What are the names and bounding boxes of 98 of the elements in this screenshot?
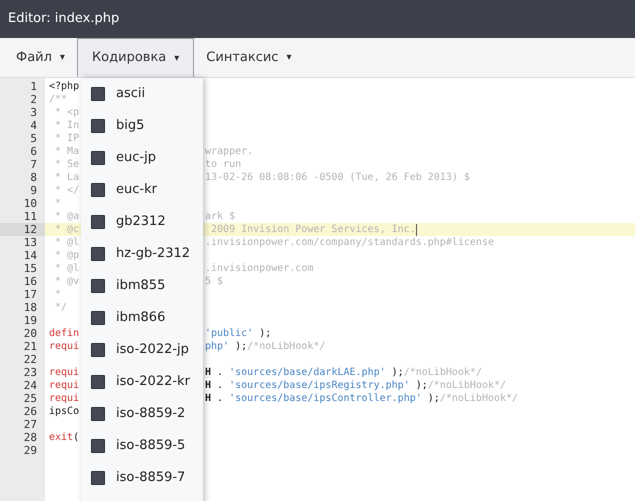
code-text: */ (54, 301, 68, 314)
line-number: 23 (24, 366, 37, 379)
encoding-option[interactable]: euc-jp (81, 142, 203, 174)
menu-tab[interactable]: Файл ▾ (4, 38, 77, 77)
checkbox[interactable] (91, 151, 105, 165)
code-text: php' );/*noLibHook*/ (205, 340, 326, 353)
checkbox[interactable] (91, 119, 105, 133)
line-number: 21 (24, 340, 37, 353)
code-text: requi (49, 340, 80, 353)
code-text: * (54, 288, 62, 301)
code-text: 5 $ (205, 275, 224, 288)
code-text: * Ma (54, 145, 80, 158)
code-text: /** (49, 93, 68, 106)
code-text: exit( (49, 431, 80, 444)
menu-tab[interactable]: Кодировка ▾ (76, 38, 194, 77)
window-title: Editor: index.php (8, 10, 120, 28)
encoding-option[interactable]: big5 (81, 110, 203, 142)
encoding-option[interactable]: iso-8859-2 (81, 398, 203, 430)
encoding-option[interactable]: iso-2022-kr (81, 366, 203, 398)
checkbox[interactable] (91, 87, 105, 101)
code-text: * @l (54, 262, 80, 275)
code-text: ipsCo (49, 405, 80, 418)
code-text: * @a (54, 210, 80, 223)
code-text: * @l (54, 236, 80, 249)
code-text: 'public' ); (205, 327, 272, 340)
code-text: H . 'sources/base/darkLAE.php' );/*noLibHook*/ (205, 366, 482, 379)
encoding-option[interactable]: gb2312 (81, 206, 203, 238)
line-number: 25 (24, 392, 37, 405)
line-number: 22 (24, 353, 37, 366)
checkbox[interactable] (91, 343, 105, 357)
code-text: * @p (54, 249, 80, 262)
line-number: 10 (24, 197, 37, 210)
checkbox[interactable] (91, 375, 105, 389)
line-number: 19 (24, 314, 37, 327)
code-text: * In (54, 119, 80, 132)
line-number: 29 (24, 444, 37, 457)
code-text: H . 'sources/base/ipsController.php' );/*noLibHook*/ (205, 392, 518, 405)
encoding-option[interactable]: hz-gb-2312 (81, 238, 203, 270)
line-number: 11 (24, 210, 37, 223)
line-number: 20 (24, 327, 37, 340)
code-text: requi (49, 379, 80, 392)
code-text: * Se (54, 158, 80, 171)
line-number: 18 (24, 301, 37, 314)
code-text: * (54, 197, 62, 210)
checkbox[interactable] (91, 247, 105, 261)
code-text: wrapper. (205, 145, 254, 158)
line-number: 4 (30, 119, 37, 132)
line-number: 2 (30, 93, 37, 106)
code-text: <?php (49, 80, 80, 93)
line-number: 3 (30, 106, 37, 119)
line-number: 14 (24, 249, 37, 262)
code-text: .invisionpower.com (205, 262, 314, 275)
code-text: defin (49, 327, 80, 340)
code-text: requi (49, 366, 80, 379)
line-number: 9 (30, 184, 37, 197)
line-number: 26 (24, 405, 37, 418)
line-number: 8 (30, 171, 37, 184)
code-text: * @v (54, 275, 80, 288)
encoding-option[interactable]: iso-2022-jp (81, 334, 203, 366)
checkbox[interactable] (91, 471, 105, 485)
line-number: 24 (24, 379, 37, 392)
code-text: to run (205, 158, 242, 171)
code-text: 13-02-26 08:08:06 -0500 (Tue, 26 Feb 2013) $ (205, 171, 470, 184)
line-number: 13 (24, 236, 37, 249)
code-text: * IP (54, 132, 80, 145)
code-text: * </ (54, 184, 80, 197)
encoding-option[interactable]: iso-8859-5 (81, 430, 203, 462)
checkbox[interactable] (91, 183, 105, 197)
code-text: .invisionpower.com/company/standards.php#license (205, 236, 494, 249)
encoding-option[interactable]: ibm866 (81, 302, 203, 334)
checkbox[interactable] (91, 215, 105, 229)
line-number: 6 (30, 145, 37, 158)
code-text: * La (54, 171, 80, 184)
line-number: 15 (24, 262, 37, 275)
text-cursor (416, 224, 417, 236)
line-number: 12 (24, 223, 37, 236)
line-number: 16 (24, 275, 37, 288)
line-number: 1 (30, 80, 37, 93)
encoding-option[interactable]: ascii (81, 78, 203, 110)
code-text: ark $ (205, 210, 236, 223)
menu-tab[interactable]: Синтаксис ▾ (194, 38, 304, 77)
line-number: 27 (24, 418, 37, 431)
line-number: 17 (24, 288, 37, 301)
checkbox[interactable] (91, 279, 105, 293)
line-number: 28 (24, 431, 37, 444)
checkbox[interactable] (91, 439, 105, 453)
line-number: 7 (30, 158, 37, 171)
encoding-option[interactable]: ibm855 (81, 270, 203, 302)
code-text: * @c (54, 223, 80, 236)
checkbox[interactable] (91, 407, 105, 421)
encoding-option[interactable]: iso-8859-7 (81, 462, 203, 494)
line-number: 5 (30, 132, 37, 145)
checkbox[interactable] (91, 311, 105, 325)
code-text: H . 'sources/base/ipsRegistry.php' );/*noLibHook*/ (205, 379, 506, 392)
code-text: 2009 Invision Power Services, Inc. (210, 223, 417, 236)
code-text: * <p (54, 106, 80, 119)
encoding-option[interactable]: euc-kr (81, 174, 203, 206)
code-text: requi (49, 392, 80, 405)
